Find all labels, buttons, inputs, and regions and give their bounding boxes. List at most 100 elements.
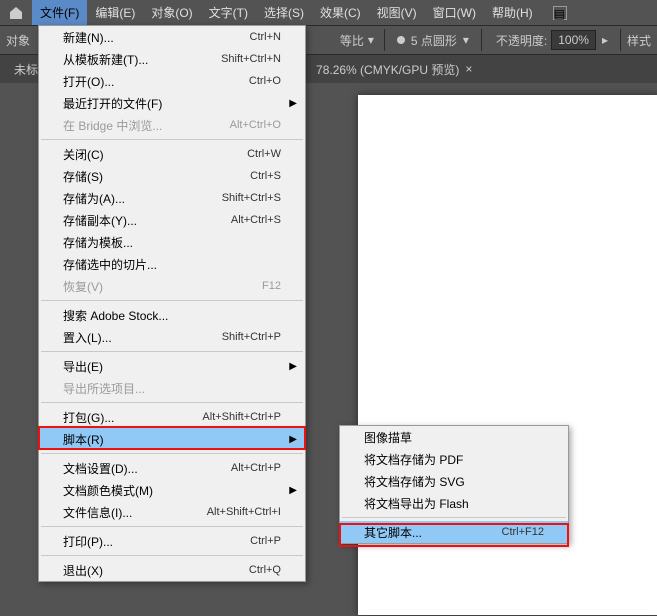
menu-item-shortcut: F12 (262, 280, 281, 292)
file-menu-item-14[interactable]: 搜索 Adobe Stock... (39, 304, 305, 326)
menu-item-shortcut: Ctrl+Q (249, 564, 281, 576)
file-menu-item-11[interactable]: 存储选中的切片... (39, 253, 305, 275)
close-icon[interactable]: × (465, 62, 472, 76)
menu-item-shortcut: Ctrl+S (250, 170, 281, 182)
menu-item-label: 存储(S) (63, 168, 250, 185)
menu-view[interactable]: 视图(V) (369, 0, 425, 25)
file-menu-item-18: 导出所选项目... (39, 377, 305, 399)
menu-separator (41, 555, 303, 556)
file-menu-item-27[interactable]: 打印(P)...Ctrl+P (39, 530, 305, 552)
file-menu-item-3[interactable]: 最近打开的文件(F) ▶ (39, 92, 305, 114)
ratio-select[interactable]: 等比 (340, 32, 364, 49)
separator (481, 29, 482, 51)
menu-edit[interactable]: 编辑(E) (87, 0, 143, 25)
menubar: 文件(F) 编辑(E) 对象(O) 文字(T) 选择(S) 效果(C) 视图(V… (0, 0, 657, 25)
menu-item-shortcut: Alt+Shift+Ctrl+P (202, 411, 281, 423)
menu-item-label: 打包(G)... (63, 409, 202, 426)
menu-item-label: 文档颜色模式(M) (63, 482, 281, 499)
menu-select[interactable]: 选择(S) (256, 0, 312, 25)
file-menu-item-8[interactable]: 存储为(A)...Shift+Ctrl+S (39, 187, 305, 209)
home-icon[interactable] (8, 5, 24, 21)
menu-separator (41, 526, 303, 527)
menu-item-label: 退出(X) (63, 562, 249, 579)
menu-item-shortcut: Shift+Ctrl+N (221, 53, 281, 65)
menu-item-shortcut: Shift+Ctrl+P (222, 331, 281, 343)
opacity-value[interactable]: 100% (551, 30, 596, 50)
chevron-right-icon: ▶ (289, 98, 297, 109)
file-menu-item-25[interactable]: 文件信息(I)...Alt+Shift+Ctrl+I (39, 501, 305, 523)
menu-separator (342, 517, 566, 518)
menu-file[interactable]: 文件(F) (32, 0, 87, 25)
menu-item-label: 最近打开的文件(F) (63, 95, 281, 112)
file-menu-item-15[interactable]: 置入(L)...Shift+Ctrl+P (39, 326, 305, 348)
file-menu-item-9[interactable]: 存储副本(Y)...Alt+Ctrl+S (39, 209, 305, 231)
menu-item-label: 导出所选项目... (63, 380, 281, 397)
menu-separator (41, 453, 303, 454)
menu-item-label: 存储副本(Y)... (63, 212, 231, 229)
file-menu-item-2[interactable]: 打开(O)...Ctrl+O (39, 70, 305, 92)
menu-item-shortcut: Shift+Ctrl+S (222, 192, 281, 204)
menu-effect[interactable]: 效果(C) (312, 0, 369, 25)
menu-window[interactable]: 窗口(W) (425, 0, 484, 25)
menu-item-shortcut: Ctrl+O (249, 75, 281, 87)
menu-help[interactable]: 帮助(H) (484, 0, 541, 25)
file-menu-item-10[interactable]: 存储为模板... (39, 231, 305, 253)
script-menu-item-2[interactable]: 将文档存储为 SVG (340, 470, 568, 492)
menu-item-shortcut: Ctrl+N (250, 31, 281, 43)
menu-object[interactable]: 对象(O) (143, 0, 200, 25)
menu-separator (41, 139, 303, 140)
script-menu-item-5[interactable]: 其它脚本...Ctrl+F12 (340, 521, 568, 543)
menu-item-label: 将文档存储为 SVG (364, 473, 544, 490)
bullet-icon (397, 36, 405, 44)
chevron-right-icon: ▶ (289, 434, 297, 445)
file-menu-item-21[interactable]: 脚本(R) ▶ (39, 428, 305, 450)
menu-item-label: 导出(E) (63, 358, 281, 375)
stroke-select[interactable]: 5 点圆形 (411, 32, 457, 49)
opacity-label: 不透明度: (496, 32, 547, 49)
menu-item-shortcut: Alt+Shift+Ctrl+I (207, 506, 281, 518)
file-menu-item-0[interactable]: 新建(N)...Ctrl+N (39, 26, 305, 48)
menu-item-label: 存储为模板... (63, 234, 281, 251)
tab-zoom: 78.26% (CMYK/GPU 预览) (316, 61, 459, 78)
file-menu-item-24[interactable]: 文档颜色模式(M)▶ (39, 479, 305, 501)
menu-item-label: 脚本(R) (63, 431, 281, 448)
menu-item-label: 从模板新建(T)... (63, 51, 221, 68)
script-submenu-dropdown: 图像描草将文档存储为 PDF 将文档存储为 SVG 将文档导出为 Flash 其它脚本… (339, 425, 569, 544)
menu-text[interactable]: 文字(T) (201, 0, 256, 25)
menu-item-label: 搜索 Adobe Stock... (63, 307, 281, 324)
file-menu-item-20[interactable]: 打包(G)...Alt+Shift+Ctrl+P (39, 406, 305, 428)
layout-icon[interactable]: ▤ (553, 6, 567, 20)
file-menu-item-17[interactable]: 导出(E) ▶ (39, 355, 305, 377)
menu-item-label: 打印(P)... (63, 533, 250, 550)
menu-separator (41, 351, 303, 352)
menu-item-label: 存储为(A)... (63, 190, 222, 207)
separator (620, 29, 621, 51)
file-menu-item-7[interactable]: 存储(S)Ctrl+S (39, 165, 305, 187)
file-menu-item-1[interactable]: 从模板新建(T)...Shift+Ctrl+N (39, 48, 305, 70)
chevron-right-icon: ▶ (289, 361, 297, 372)
menu-item-label: 关闭(C) (63, 146, 247, 163)
script-menu-item-1[interactable]: 将文档存储为 PDF (340, 448, 568, 470)
separator (384, 29, 385, 51)
file-menu-item-6[interactable]: 关闭(C)Ctrl+W (39, 143, 305, 165)
file-menu-item-29[interactable]: 退出(X)Ctrl+Q (39, 559, 305, 581)
menu-item-label: 其它脚本... (364, 524, 502, 541)
menu-separator (41, 300, 303, 301)
file-menu-item-4: 在 Bridge 中浏览...Alt+Ctrl+O (39, 114, 305, 136)
file-menu-item-12: 恢复(V)F12 (39, 275, 305, 297)
menu-separator (41, 402, 303, 403)
menu-item-label: 文件信息(I)... (63, 504, 207, 521)
menu-item-label: 打开(O)... (63, 73, 249, 90)
menu-item-label: 在 Bridge 中浏览... (63, 117, 230, 134)
menu-item-shortcut: Ctrl+F12 (502, 526, 545, 538)
menu-item-shortcut: Ctrl+P (250, 535, 281, 547)
menu-item-shortcut: Alt+Ctrl+P (231, 462, 281, 474)
script-menu-item-0[interactable]: 图像描草 (340, 426, 568, 448)
menu-item-shortcut: Alt+Ctrl+O (230, 119, 281, 131)
file-menu-item-23[interactable]: 文档设置(D)...Alt+Ctrl+P (39, 457, 305, 479)
script-menu-item-3[interactable]: 将文档导出为 Flash (340, 492, 568, 514)
menu-item-label: 新建(N)... (63, 29, 250, 46)
style-label[interactable]: 样式 (627, 32, 651, 49)
menu-item-label: 将文档导出为 Flash (364, 495, 544, 512)
menu-item-shortcut: Alt+Ctrl+S (231, 214, 281, 226)
